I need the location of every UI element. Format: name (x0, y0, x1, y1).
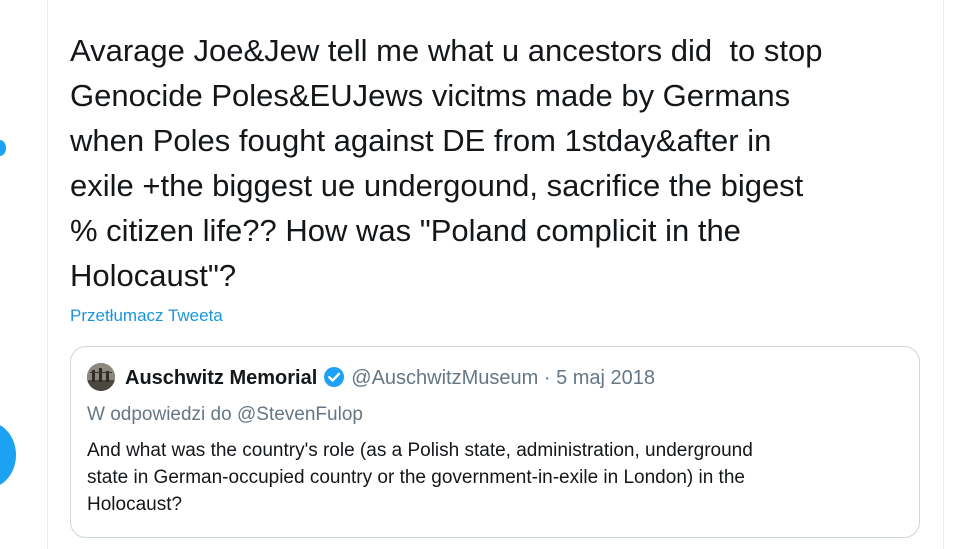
author-name[interactable]: Auschwitz Memorial (125, 367, 317, 389)
reply-to-handle[interactable]: @StevenFulop (237, 404, 363, 425)
compose-tweet-button[interactable] (0, 422, 16, 488)
quoted-tweet-text: And what was the country's role (as a Po… (87, 440, 753, 515)
column-divider-left (47, 0, 48, 549)
column-divider-right (943, 0, 944, 549)
tweet-text: Avarage Joe&Jew tell me what u ancestors… (70, 33, 823, 293)
header-separator: · (543, 367, 551, 389)
translate-tweet-link[interactable]: Przetłumacz Tweeta (70, 306, 223, 326)
verified-badge-icon (323, 366, 345, 395)
sidebar-notification-dot[interactable] (0, 140, 6, 156)
tweet-detail-view: Avarage Joe&Jew tell me what u ancestors… (0, 0, 976, 549)
author-handle[interactable]: @AuschwitzMuseum (351, 367, 538, 389)
quoted-tweet-header: Auschwitz Memorial @AuschwitzMuseum · 5 m… (125, 365, 655, 395)
avatar[interactable] (87, 363, 115, 391)
tweet-date[interactable]: 5 maj 2018 (556, 367, 655, 389)
reply-prefix: W odpowiedzi do (87, 404, 232, 425)
reply-context: W odpowiedzi do @StevenFulop (87, 403, 363, 427)
quoted-tweet-card[interactable]: Auschwitz Memorial @AuschwitzMuseum · 5 m… (70, 346, 920, 538)
